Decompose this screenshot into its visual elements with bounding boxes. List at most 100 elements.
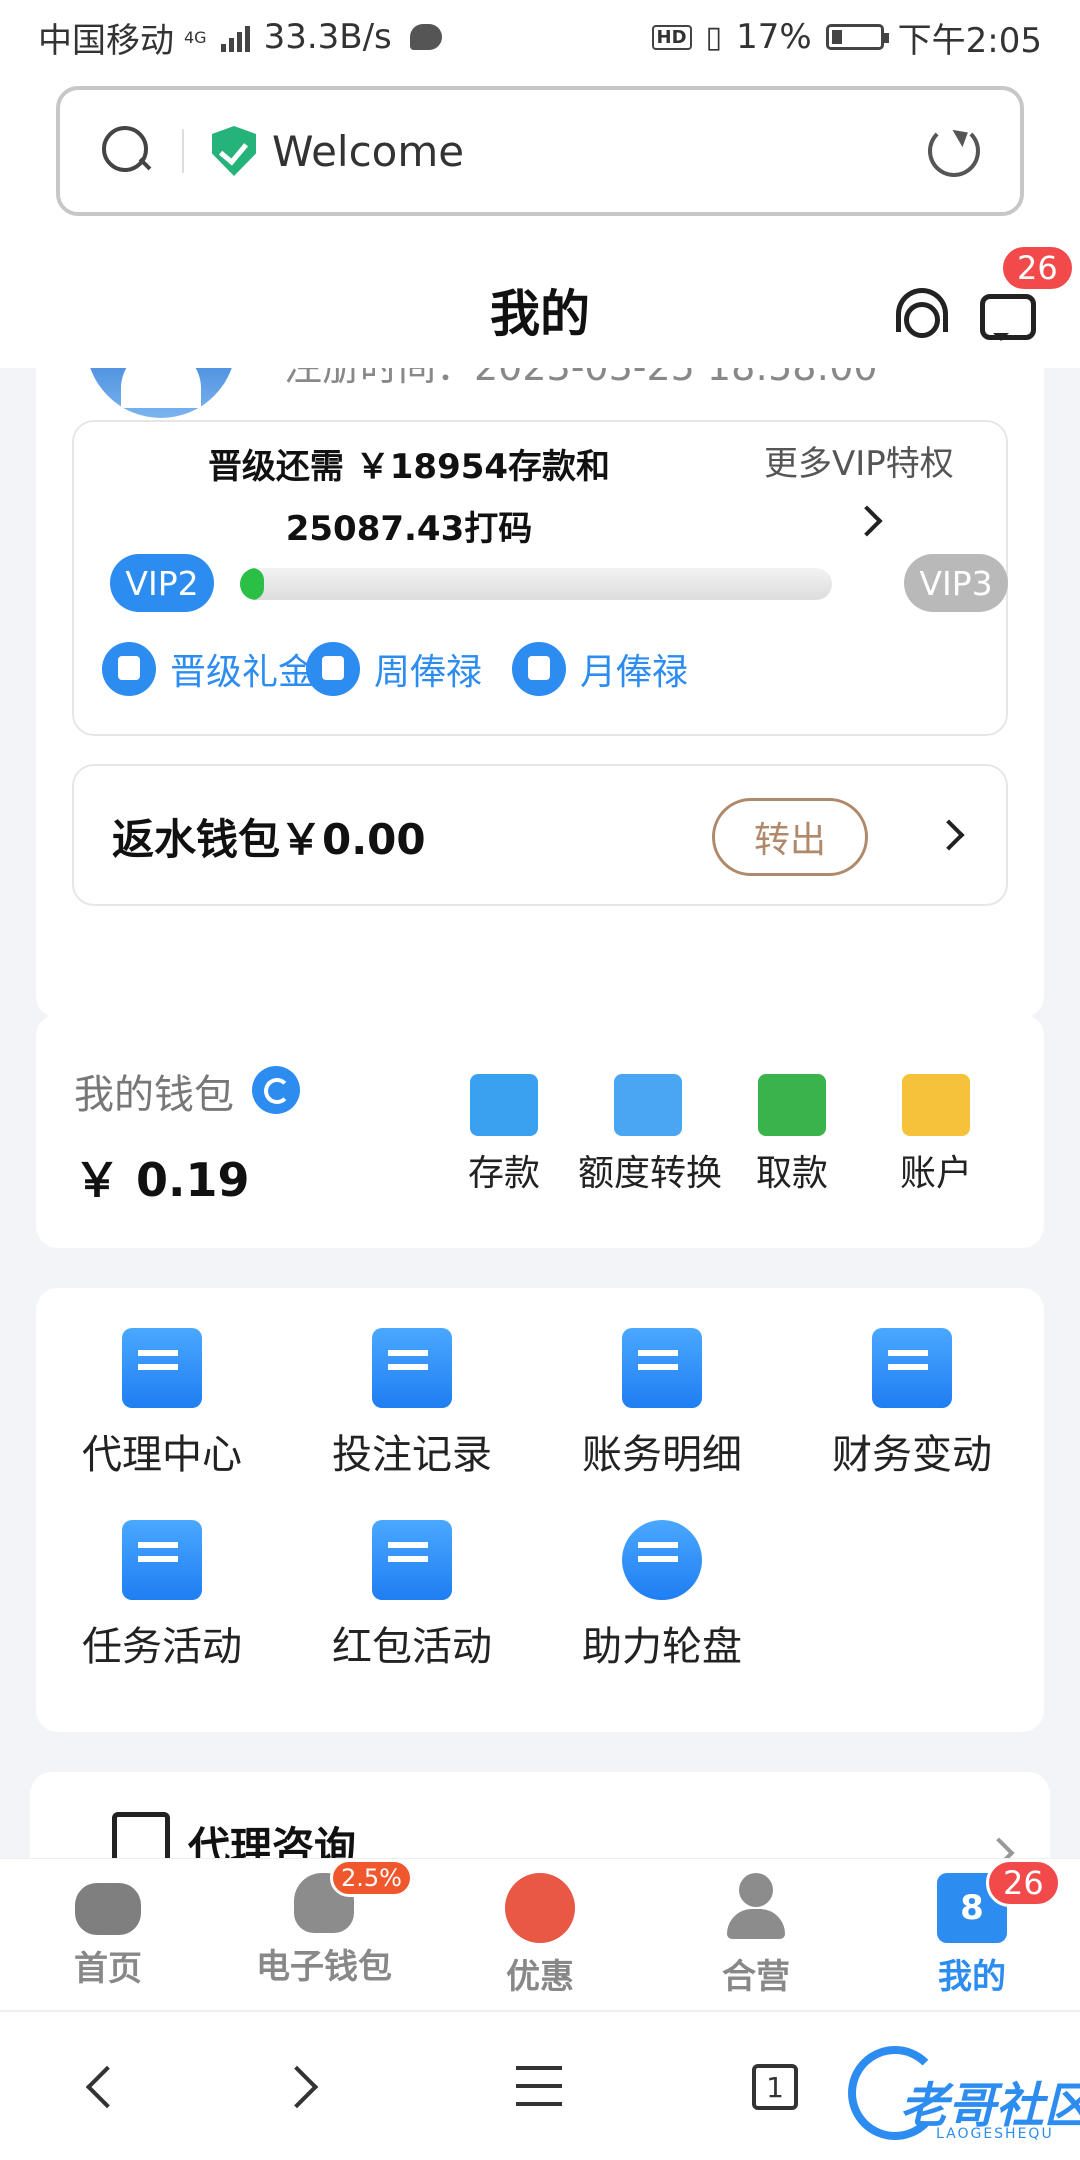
watermark-logo: 老哥社区 LAOGESHEQU: [840, 2028, 1080, 2148]
menu-label: 财务变动: [832, 1432, 992, 1478]
message-icon[interactable]: [980, 294, 1036, 341]
menu-label: 投注记录: [332, 1432, 492, 1478]
scroll-content[interactable]: 注册时间：2023-03-25 18:58:00 晋级还需 ￥18954存款和2…: [0, 368, 1080, 1858]
search-icon[interactable]: [100, 124, 154, 178]
tab-label: 电子钱包: [256, 1947, 392, 1987]
menu-icon[interactable]: [516, 2066, 562, 2106]
transfer-out-button[interactable]: 转出: [712, 798, 868, 876]
tab-label: 优惠: [506, 1957, 574, 1997]
hd-icon: HD: [651, 24, 692, 50]
feature-menu: 代理中心 投注记录 账务明细 财务变动 任务活动 红包活动 助力轮盘: [36, 1288, 1044, 1732]
secure-shield-icon: [212, 126, 256, 176]
menu-account-detail[interactable]: 账务明细: [552, 1328, 772, 1480]
signal-icon: [220, 22, 250, 52]
action-label: 取款: [755, 1153, 828, 1194]
network-speed: 33.3B/s: [263, 17, 392, 57]
withdraw-button[interactable]: 取款: [722, 1074, 862, 1196]
tab-home[interactable]: 首页: [18, 1873, 198, 1990]
tabs-button[interactable]: 1: [752, 2064, 798, 2110]
tab-e-wallet[interactable]: 2.5% 电子钱包: [234, 1859, 414, 1988]
clock: 下午2:05: [897, 20, 1042, 61]
carrier-text: 中国移动: [38, 20, 174, 61]
finance-change-icon: [872, 1328, 952, 1408]
red-envelope-icon: [372, 1520, 452, 1600]
vip-more-link[interactable]: 更多VIP特权: [764, 436, 954, 485]
tab-mine[interactable]: 8 26 我的: [882, 1859, 1062, 1998]
perk-label: 周俸禄: [374, 652, 483, 693]
vip-progress-fill: [240, 568, 264, 600]
tab-label: 首页: [74, 1949, 142, 1989]
message-badge: 26: [1000, 244, 1075, 292]
account-button[interactable]: 账户: [866, 1074, 1006, 1196]
tab-partner[interactable]: 合营: [666, 1873, 846, 1998]
action-label: 存款: [467, 1153, 540, 1194]
vip-current-badge: VIP2: [110, 554, 214, 612]
menu-label: 代理中心: [82, 1432, 242, 1478]
menu-label: 账务明细: [582, 1432, 742, 1478]
vip-upgrade-text: 晋级还需 ￥18954存款和25087.43打码: [207, 447, 611, 549]
chevron-right-icon[interactable]: [933, 819, 965, 851]
gamepad-icon: [75, 1883, 141, 1935]
back-icon[interactable]: [85, 2065, 129, 2109]
register-time: 注册时间：2023-03-25 18:58:00: [284, 368, 878, 391]
menu-label: 红包活动: [332, 1624, 492, 1670]
menu-label: 任务活动: [82, 1624, 242, 1670]
perk-label: 晋级礼金: [170, 652, 315, 693]
wallet-icon: [470, 1074, 538, 1136]
e-wallet-badge: 2.5%: [330, 1859, 413, 1897]
card-icon: [902, 1074, 970, 1136]
menu-task-activity[interactable]: 任务活动: [52, 1520, 272, 1672]
vip-next-badge: VIP3: [904, 554, 1008, 612]
document-icon: [112, 1812, 170, 1858]
customer-service-icon[interactable]: [892, 288, 952, 344]
chevron-right-icon[interactable]: [983, 1837, 1015, 1858]
tab-promotions[interactable]: 优惠: [450, 1873, 630, 1998]
menu-lucky-wheel[interactable]: 助力轮盘: [552, 1520, 772, 1672]
bottom-tab-bar: 首页 2.5% 电子钱包 优惠 合营 8 26 我的: [0, 1858, 1080, 2010]
partner-icon: [721, 1873, 791, 1943]
tab-label: 合营: [722, 1957, 790, 1997]
address-bar[interactable]: Welcome: [56, 86, 1024, 216]
menu-red-envelope[interactable]: 红包活动: [302, 1520, 522, 1672]
divider: [182, 129, 184, 173]
menu-agent-center[interactable]: 代理中心: [52, 1328, 272, 1480]
vip-panel: 晋级还需 ￥18954存款和25087.43打码 更多VIP特权 VIP2 VI…: [72, 420, 1008, 736]
action-label: 额度转换: [578, 1153, 723, 1194]
upgrade-arrow-icon: [102, 642, 156, 696]
refresh-icon[interactable]: [252, 1066, 300, 1114]
network-type: 4G: [184, 27, 207, 47]
watermark-subtext: LAOGESHEQU: [936, 2126, 1054, 2142]
perk-label: 月俸禄: [580, 652, 689, 693]
perk-weekly-salary[interactable]: 周俸禄: [306, 642, 482, 696]
page-title: 我的: [490, 285, 590, 343]
rebate-wallet[interactable]: 返水钱包￥0.00 转出: [72, 764, 1008, 906]
agent-user-icon: [122, 1328, 202, 1408]
wallet-card: 我的钱包 ￥ 0.19 存款 额度转换 取款 账户: [36, 1014, 1044, 1248]
forward-icon[interactable]: [275, 2065, 319, 2109]
avatar[interactable]: [86, 368, 236, 418]
transfer-button[interactable]: 额度转换: [578, 1074, 723, 1196]
clipboard-icon: [306, 642, 360, 696]
money-bag-icon: [512, 642, 566, 696]
task-icon: [122, 1520, 202, 1600]
perk-monthly-salary[interactable]: 月俸禄: [512, 642, 688, 696]
menu-finance-change[interactable]: 财务变动: [802, 1328, 1022, 1480]
perk-upgrade-bonus[interactable]: 晋级礼金: [102, 642, 314, 696]
transfer-icon: [614, 1074, 682, 1136]
rebate-wallet-label: 返水钱包￥0.00: [112, 815, 426, 864]
menu-bet-record[interactable]: 投注记录: [302, 1328, 522, 1480]
deposit-button[interactable]: 存款: [434, 1074, 574, 1196]
vip-chevron-icon[interactable]: [851, 505, 883, 537]
tab-label: 我的: [938, 1957, 1006, 1997]
vibrate-icon: ▯: [705, 19, 723, 55]
browser-toolbar: Welcome: [0, 74, 1080, 252]
wallet-amount: ￥ 0.19: [74, 1153, 250, 1207]
account-detail-icon: [622, 1328, 702, 1408]
vip-progress-bar: [240, 568, 832, 600]
battery-icon: [825, 24, 889, 50]
bet-record-icon: [372, 1328, 452, 1408]
gift-icon: [505, 1873, 575, 1943]
reload-icon[interactable]: [928, 125, 980, 177]
battery-percent: 17%: [736, 17, 812, 57]
agent-consult-card[interactable]: 代理咨询: [30, 1772, 1050, 1858]
